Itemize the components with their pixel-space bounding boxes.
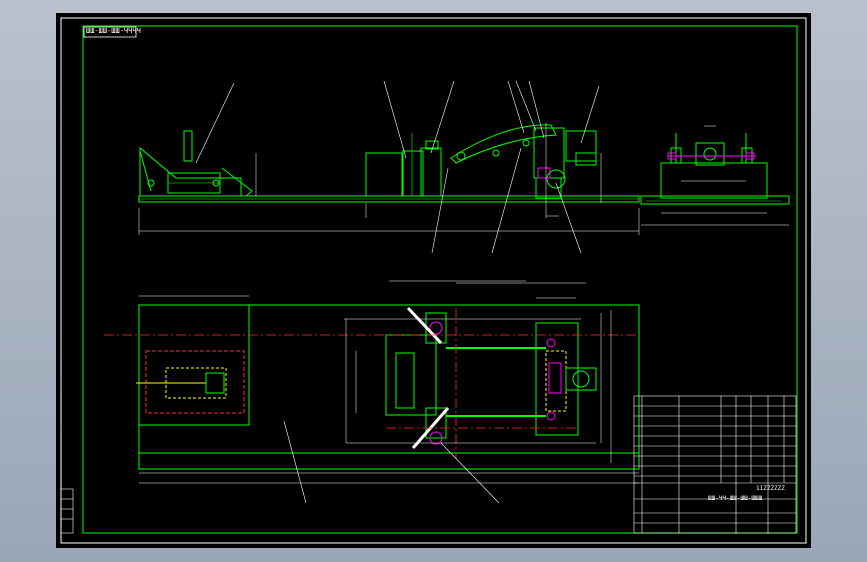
drawing-code: ШШ-ЧЧ-ШШ-ШШ-ШШШ [708,495,763,502]
drawing-name: 11ZZZZZZ [756,485,785,492]
outer-frame [60,17,807,544]
title-tag: ШШ-ШШ-ШШ-ЧЧЧЧ [86,27,141,35]
cad-workspace: ШШ-ШШ-ШШ-ЧЧЧЧ ШШ-ЧЧ-ШШ-ШШ-ШШШ 11ZZZZZZ [0,0,867,562]
title-block [60,395,797,534]
front-view [138,123,640,218]
inner-frame [82,25,798,534]
drawing-sheet[interactable]: ШШ-ШШ-ШШ-ЧЧЧЧ ШШ-ЧЧ-ШШ-ШШ-ШШШ 11ZZZZZZ [56,13,811,548]
drawing-canvas [60,17,807,544]
side-view [640,133,790,205]
plan-view [136,304,640,470]
front-view-leaders [195,80,600,254]
plan-view-leaders [283,420,500,504]
